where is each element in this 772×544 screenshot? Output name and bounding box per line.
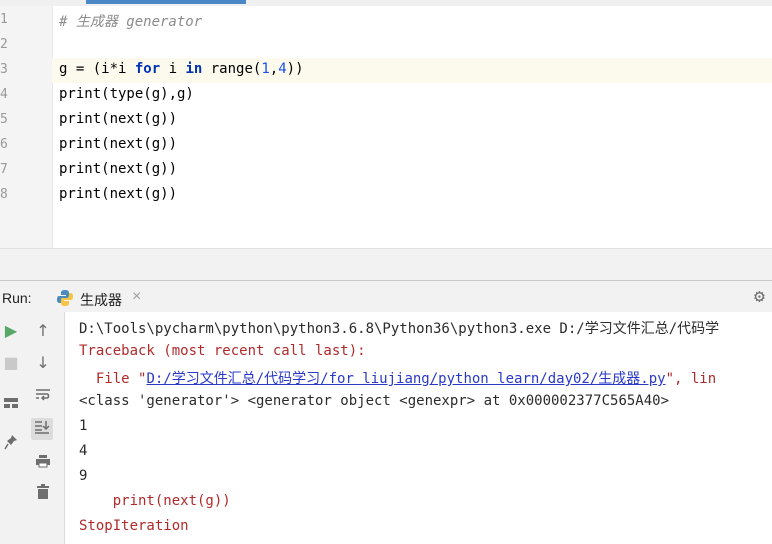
console-output-line: 1	[79, 418, 88, 434]
line-number: 3	[0, 62, 8, 77]
play-icon[interactable]: ▶	[0, 320, 22, 342]
console-error-code: print(next(g))	[79, 493, 231, 509]
run-label: Run:	[2, 290, 32, 306]
code-line-4[interactable]: print(type(g),g)	[59, 86, 194, 102]
console-command-line: D:\Tools\pycharm\python\python3.6.8\Pyth…	[79, 321, 720, 337]
code-editor[interactable]: 1 2 3 4 5 6 7 8 # 生成器 generator g = (i*i…	[0, 0, 772, 248]
pin-icon[interactable]	[0, 434, 22, 456]
code-line-5[interactable]: print(next(g))	[59, 111, 177, 127]
code-line-8[interactable]: print(next(g))	[59, 186, 177, 202]
print-icon[interactable]	[32, 452, 54, 474]
layout-icon[interactable]	[0, 394, 22, 416]
code-token: range(	[202, 61, 262, 77]
code-line-6[interactable]: print(next(g))	[59, 136, 177, 152]
run-toolbar-secondary: ↑ ↓	[22, 312, 65, 544]
run-console-output[interactable]: D:\Tools\pycharm\python\python3.6.8\Pyth…	[65, 312, 772, 544]
console-text: File "	[79, 371, 147, 387]
console-file-line: File "D:/学习文件汇总/代码学习/for liujiang/python…	[79, 368, 716, 388]
python-icon	[57, 290, 73, 306]
run-tab[interactable]: 生成器 ×	[52, 285, 152, 311]
stop-icon[interactable]: ■	[0, 352, 22, 374]
console-traceback: Traceback (most recent call last):	[79, 343, 366, 359]
number-literal: 1	[261, 61, 270, 77]
keyword-in: in	[185, 61, 203, 77]
console-error-name: StopIteration	[79, 518, 189, 534]
run-tool-window-header: Run: 生成器 × ⚙	[0, 280, 772, 313]
code-line-comment[interactable]: # 生成器 generator	[59, 11, 202, 31]
keyword-for: for	[134, 61, 161, 77]
gear-icon[interactable]: ⚙	[754, 286, 765, 307]
run-toolbar-primary: ▶ ■	[0, 312, 23, 544]
file-link[interactable]: D:/学习文件汇总/代码学习/for liujiang/python learn…	[146, 371, 665, 387]
editor-footer	[0, 248, 772, 281]
line-number: 4	[0, 87, 8, 102]
active-tab-indicator	[86, 0, 246, 4]
line-number: 6	[0, 137, 8, 152]
console-output-line: 9	[79, 468, 88, 484]
line-number: 2	[0, 37, 8, 52]
close-icon[interactable]: ×	[132, 288, 141, 306]
line-number: 5	[0, 112, 8, 127]
line-number: 7	[0, 162, 8, 177]
code-token: g = (i*i	[59, 61, 135, 77]
line-number: 8	[0, 187, 8, 202]
code-line-7[interactable]: print(next(g))	[59, 161, 177, 177]
code-token: i	[160, 61, 186, 77]
trash-icon[interactable]	[32, 484, 54, 506]
console-text: ", lin	[665, 371, 717, 387]
arrow-down-icon[interactable]: ↓	[32, 352, 54, 374]
console-output-line: 4	[79, 443, 88, 459]
code-token: ))	[286, 61, 304, 77]
number-literal: 4	[278, 61, 287, 77]
line-number-gutter: 1 2 3 4 5 6 7 8	[0, 6, 53, 248]
console-output-line: <class 'generator'> <generator object <g…	[79, 393, 670, 409]
soft-wrap-icon[interactable]	[32, 386, 54, 408]
scroll-to-end-icon[interactable]	[31, 418, 53, 440]
code-line-3[interactable]: g = (i*i for i in range(1,4))	[59, 61, 304, 77]
code-token: ,	[269, 61, 279, 77]
run-tab-label: 生成器	[80, 292, 122, 308]
line-number: 1	[0, 12, 8, 27]
arrow-up-icon[interactable]: ↑	[32, 320, 54, 342]
